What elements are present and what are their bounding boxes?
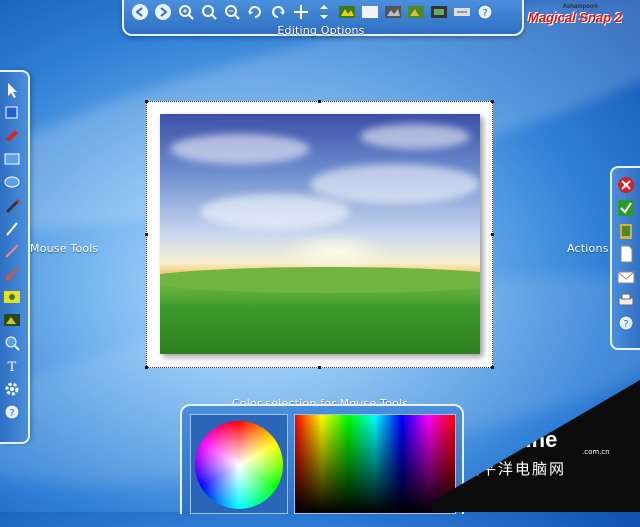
svg-text:?: ?	[623, 319, 628, 330]
actions-panel: ?	[610, 166, 640, 350]
photo-icon[interactable]	[406, 2, 426, 22]
rectangle-select-icon[interactable]	[3, 103, 21, 122]
captured-image[interactable]	[160, 114, 480, 354]
svg-text:?: ?	[9, 408, 14, 419]
resize-handle[interactable]	[491, 366, 494, 369]
zoom-in-icon[interactable]	[176, 2, 196, 22]
resize-handle[interactable]	[318, 100, 321, 103]
zoom-reset-icon[interactable]	[199, 2, 219, 22]
rotate-left-icon[interactable]	[245, 2, 265, 22]
image-cloud	[310, 164, 480, 204]
document-icon[interactable]	[617, 245, 635, 263]
resize-handle[interactable]	[318, 366, 321, 369]
close-icon[interactable]	[617, 176, 635, 194]
select-icon[interactable]	[3, 80, 21, 99]
blank-icon[interactable]	[360, 2, 380, 22]
actions-title: Actions	[567, 242, 609, 255]
color-selection-panel	[180, 404, 464, 514]
color-spectrum[interactable]	[294, 414, 456, 514]
arrow-icon[interactable]	[3, 264, 21, 283]
mouse-tools-title: Mouse Tools	[30, 242, 99, 255]
brush-icon[interactable]	[3, 218, 21, 237]
mouse-tools: T?	[3, 80, 21, 421]
action-tools: ?	[617, 176, 635, 332]
back-icon[interactable]	[130, 2, 150, 22]
text-tool-icon[interactable]: T	[3, 356, 21, 375]
settings-icon[interactable]	[3, 379, 21, 398]
resize-handle[interactable]	[145, 233, 148, 236]
rectangle-icon[interactable]	[3, 149, 21, 168]
effects-icon[interactable]	[337, 2, 357, 22]
image-canvas[interactable]	[145, 100, 494, 369]
resize-handle[interactable]	[145, 366, 148, 369]
resize-handle[interactable]	[491, 100, 494, 103]
ellipse-icon[interactable]	[3, 172, 21, 191]
zoom-out-icon[interactable]	[222, 2, 242, 22]
image-hills	[160, 267, 480, 354]
image-cloud	[200, 194, 350, 229]
help-icon[interactable]: ?	[617, 314, 635, 332]
color-wheel[interactable]	[195, 421, 283, 509]
rotate-right-icon[interactable]	[268, 2, 288, 22]
print-icon[interactable]	[617, 291, 635, 309]
highlight-icon[interactable]	[3, 287, 21, 306]
image-cloud	[170, 134, 310, 164]
image-cloud	[360, 124, 470, 149]
color-wheel-box	[190, 414, 288, 514]
svg-text:T: T	[8, 360, 17, 375]
filter-icon[interactable]	[383, 2, 403, 22]
watermark-brand: PConline	[462, 427, 558, 452]
film-icon[interactable]	[429, 2, 449, 22]
email-icon[interactable]	[617, 268, 635, 286]
editing-options-title: Editing Options	[277, 24, 365, 37]
move-icon[interactable]	[291, 2, 311, 22]
zoom-tool-icon[interactable]	[3, 333, 21, 352]
help-icon[interactable]: ?	[475, 2, 495, 22]
mouse-tools-panel: T?	[0, 70, 30, 444]
watermark-subtitle: 太平洋电脑网	[464, 460, 567, 478]
logo-title: Magical Snap 2	[528, 10, 622, 25]
marker-icon[interactable]	[3, 126, 21, 145]
resize-handle[interactable]	[491, 233, 494, 236]
app-logo: Ashampoo® Magical Snap 2	[528, 4, 636, 26]
svg-text:?: ?	[482, 8, 487, 19]
line-icon[interactable]	[3, 241, 21, 260]
text-label-icon[interactable]	[452, 2, 472, 22]
editing-tools: ?	[130, 2, 495, 22]
help-icon[interactable]: ?	[3, 402, 21, 421]
clipboard-icon[interactable]	[617, 222, 635, 240]
resize-icon[interactable]	[314, 2, 334, 22]
image-sun	[280, 232, 390, 272]
pen-icon[interactable]	[3, 195, 21, 214]
resize-handle[interactable]	[145, 100, 148, 103]
forward-icon[interactable]	[153, 2, 173, 22]
watermark-domain: .com.cn	[582, 448, 610, 456]
accept-icon[interactable]	[617, 199, 635, 217]
image-icon[interactable]	[3, 310, 21, 329]
